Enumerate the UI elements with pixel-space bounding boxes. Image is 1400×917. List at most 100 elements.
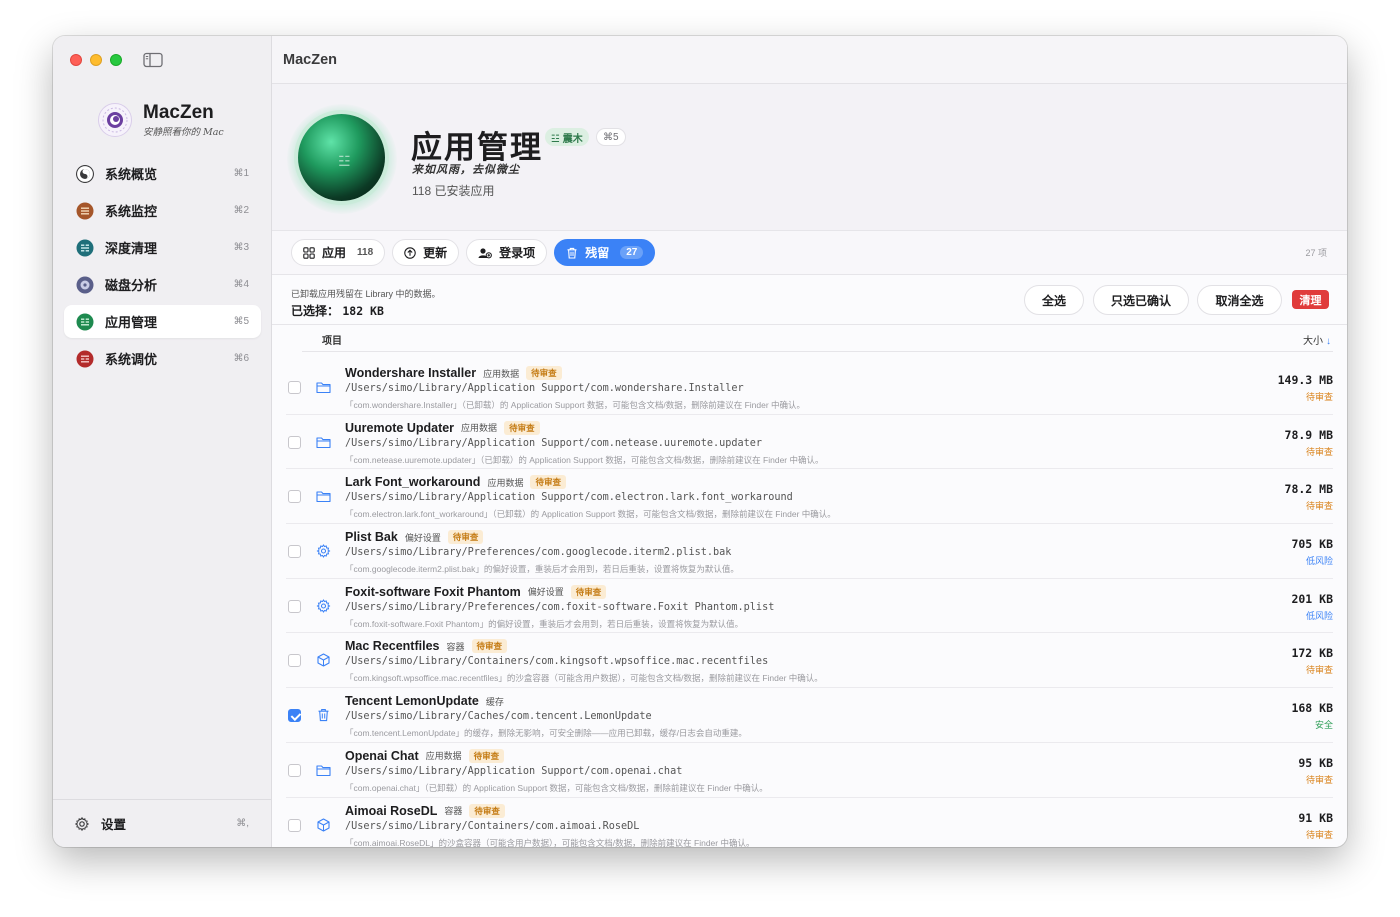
item-name: Plist Bak xyxy=(345,530,398,545)
item-size: 149.3 MB xyxy=(1277,373,1333,387)
sidebar-nav: 系统概览 ⌘1 系统监控 ⌘2 深度清理 ⌘3 磁盘分析 ⌘4 应用管理 ⌘5 … xyxy=(64,157,261,379)
selected-size: 182 KB xyxy=(342,304,384,318)
item-size: 91 KB xyxy=(1298,810,1333,825)
item-risk-status: 待审查 xyxy=(1305,774,1333,785)
column-header-item: 项目 xyxy=(322,336,342,347)
leftover-row[interactable]: Plist Bak 偏好设置 待审查 /Users/simo/Library/P… xyxy=(286,524,1333,579)
shortcut-hint: ⌘2 xyxy=(233,205,249,216)
item-name: Uuremote Updater xyxy=(345,420,455,435)
row-checkbox[interactable] xyxy=(288,654,301,668)
tab-apps[interactable]: 应用 118 xyxy=(291,239,386,266)
tab-label: 更新 xyxy=(423,246,448,260)
shortcut-hint: ⌘, xyxy=(236,818,249,829)
settings-label: 设置 xyxy=(101,818,127,832)
item-note: 「com.aimoai.RoseDL」的沙盒容器（可能含用户数据），可能包含文档… xyxy=(345,837,755,848)
leftover-row[interactable]: Aimoai RoseDL 容器 待审查 /Users/simo/Library… xyxy=(286,798,1333,848)
shortcut-badge: ⌘5 xyxy=(596,128,626,146)
leftover-row[interactable]: Tencent LemonUpdate 缓存 /Users/simo/Libra… xyxy=(286,688,1333,743)
item-path: /Users/simo/Library/Containers/com.kings… xyxy=(345,656,769,668)
select-all-button[interactable]: 全选 xyxy=(1024,285,1084,315)
section-orb-icon: ☳ xyxy=(298,114,385,201)
tab-leftovers[interactable]: 残留 27 xyxy=(554,239,656,266)
row-checkbox[interactable] xyxy=(288,763,301,777)
review-badge: 待审查 xyxy=(504,420,540,435)
column-header-size[interactable]: 大小 ↓ xyxy=(1303,332,1331,347)
tab-count: 27 xyxy=(620,246,644,259)
cube-icon xyxy=(317,817,330,832)
review-badge: 待审查 xyxy=(469,803,505,818)
page-motto: 来如风雨，去似微尘 xyxy=(412,163,520,176)
folder-icon xyxy=(316,382,331,394)
gear-icon xyxy=(75,816,89,831)
item-category: 应用数据 xyxy=(461,423,498,434)
tab-bar: 应用 118 更新 登录项 残留 27 27 项 xyxy=(272,231,1347,275)
item-category: 应用数据 xyxy=(483,368,520,379)
brand: MacZen 安静照看你的 Mac xyxy=(97,102,224,138)
item-category: 偏好设置 xyxy=(527,587,564,598)
monitor-icon xyxy=(76,202,94,219)
item-note: 「com.googlecode.iterm2.plist.bak」的偏好设置，重… xyxy=(345,564,739,575)
item-note: 「com.foxit-software.Foxit Phantom」的偏好设置，… xyxy=(345,618,744,629)
shortcut-hint: ⌘4 xyxy=(233,279,249,290)
sidebar-item-label: 应用管理 xyxy=(105,315,158,330)
leftover-row[interactable]: Uuremote Updater 应用数据 待审查 /Users/simo/Li… xyxy=(286,415,1333,470)
sidebar-toggle-icon[interactable] xyxy=(143,52,163,68)
minimize-window-button[interactable] xyxy=(90,54,102,66)
item-category: 应用数据 xyxy=(425,751,462,762)
item-size: 95 KB xyxy=(1298,755,1333,770)
item-note: 「com.kingsoft.wpsoffice.mac.recentfiles」… xyxy=(345,673,823,684)
shortcut-hint: ⌘6 xyxy=(233,353,249,364)
trash-icon xyxy=(567,247,577,259)
leftover-row[interactable]: Openai Chat 应用数据 待审查 /Users/simo/Library… xyxy=(286,743,1333,798)
leftover-row[interactable]: Wondershare Installer 应用数据 待审查 /Users/si… xyxy=(286,360,1333,415)
item-size: 172 KB xyxy=(1291,646,1333,661)
size-header-label: 大小 xyxy=(1303,336,1323,347)
sidebar-item-deep-clean[interactable]: 深度清理 ⌘3 xyxy=(64,231,261,264)
main-content: MacZen ☳ 应用管理 ☳ 震木 ⌘5 来如风雨，去似微尘 118 已安装应… xyxy=(272,36,1347,847)
sidebar-item-disk-analysis[interactable]: 磁盘分析 ⌘4 xyxy=(64,268,261,301)
clean-button[interactable]: 清理 xyxy=(1292,290,1329,309)
sidebar: MacZen 安静照看你的 Mac 系统概览 ⌘1 系统监控 ⌘2 深度清理 ⌘… xyxy=(53,36,272,847)
deselect-all-button[interactable]: 取消全选 xyxy=(1197,285,1282,315)
item-path: /Users/simo/Library/Application Support/… xyxy=(345,765,683,777)
tuning-icon xyxy=(76,350,94,367)
cube-icon xyxy=(317,653,330,667)
select-confirmed-button[interactable]: 只选已确认 xyxy=(1093,285,1189,315)
leftover-row[interactable]: Lark Font_workaround 应用数据 待审查 /Users/sim… xyxy=(286,469,1333,525)
item-category: 容器 xyxy=(446,641,465,652)
tab-updates[interactable]: 更新 xyxy=(392,239,460,266)
row-checkbox[interactable] xyxy=(288,545,301,559)
sidebar-item-tuning[interactable]: 系统调优 ⌘6 xyxy=(64,342,261,375)
settings-button[interactable]: 设置 ⌘, xyxy=(53,799,271,847)
item-note: 「com.wondershare.Installer」（已卸载）的 Applic… xyxy=(345,400,806,410)
titlebar: MacZen xyxy=(272,36,1347,84)
leftover-row[interactable]: Foxit-software Foxit Phantom 偏好设置 待审查 /U… xyxy=(286,579,1333,634)
sidebar-item-label: 系统监控 xyxy=(105,204,158,219)
item-category: 容器 xyxy=(444,806,463,816)
item-name: Mac Recentfiles xyxy=(345,639,440,654)
row-checkbox[interactable] xyxy=(288,599,301,613)
item-path: /Users/simo/Library/Application Support/… xyxy=(345,383,744,394)
close-window-button[interactable] xyxy=(70,54,82,66)
leftover-row[interactable]: Mac Recentfiles 容器 待审查 /Users/simo/Libra… xyxy=(286,633,1333,689)
sidebar-item-overview[interactable]: 系统概览 ⌘1 xyxy=(64,157,261,190)
sidebar-item-monitor[interactable]: 系统监控 ⌘2 xyxy=(64,194,261,227)
arrow-up-circle-icon xyxy=(404,246,416,259)
row-checkbox[interactable] xyxy=(288,490,301,504)
item-name: Aimoai RoseDL xyxy=(345,803,438,818)
row-title: Wondershare Installer 应用数据 待审查 xyxy=(345,366,562,380)
item-name: Lark Font_workaround xyxy=(345,475,481,490)
row-checkbox[interactable] xyxy=(288,435,301,449)
row-checkbox[interactable] xyxy=(288,818,301,832)
row-checkbox[interactable] xyxy=(288,709,301,723)
tab-login-items[interactable]: 登录项 xyxy=(466,239,548,266)
row-checkbox[interactable] xyxy=(288,381,301,394)
app-management-icon xyxy=(76,313,94,330)
sidebar-item-app-management[interactable]: 应用管理 ⌘5 xyxy=(64,305,261,338)
zoom-window-button[interactable] xyxy=(110,54,122,66)
shortcut-hint: ⌘5 xyxy=(233,316,249,327)
sidebar-item-label: 深度清理 xyxy=(105,241,158,256)
item-note: 「com.netease.uuremote.updater」（已卸载）的 App… xyxy=(345,454,824,465)
row-title: Plist Bak 偏好设置 待审查 xyxy=(345,530,484,545)
leftover-list: Wondershare Installer 应用数据 待审查 /Users/si… xyxy=(272,360,1347,847)
